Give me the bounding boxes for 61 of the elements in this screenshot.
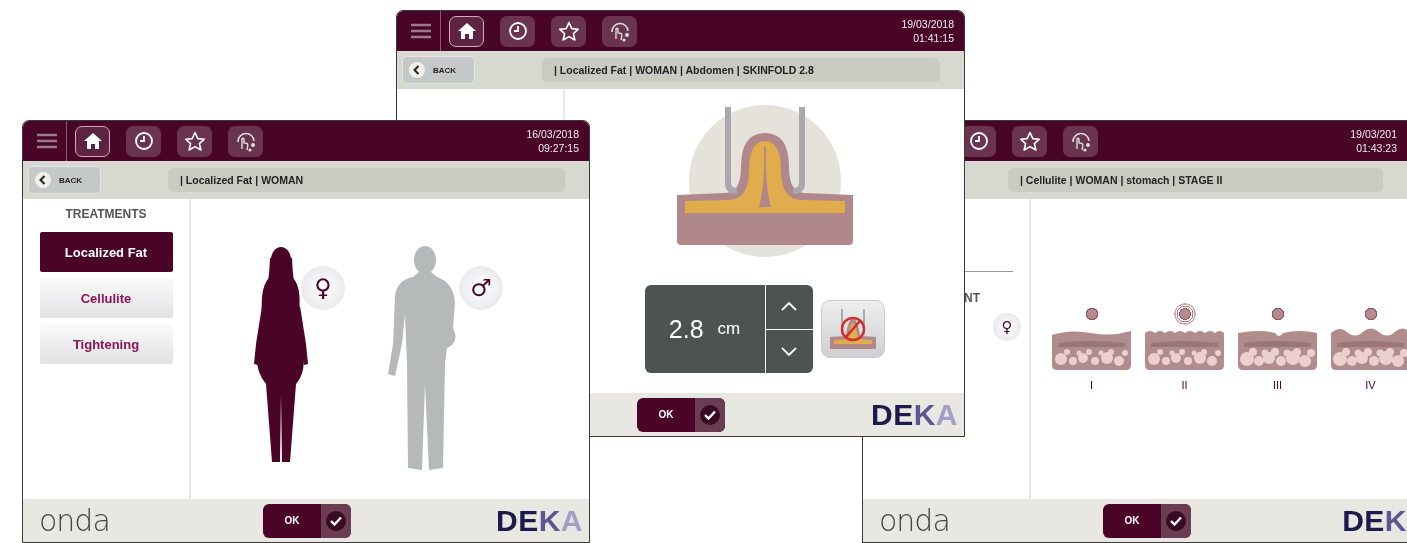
onda-logo: onda (878, 503, 950, 538)
headset-button[interactable] (1063, 125, 1098, 157)
clock-icon (133, 131, 154, 151)
chevron-down-icon (781, 346, 797, 356)
date-text: 16/03/2018 (526, 127, 579, 141)
breadcrumb-bar: | Cellulite | WOMAN | stomach | STAGE II (1008, 168, 1383, 192)
treatment-button[interactable]: Localized Fat (39, 232, 173, 272)
star-button[interactable] (1012, 125, 1047, 157)
star-button[interactable] (177, 125, 212, 157)
deka-logo: DEKA (870, 397, 959, 432)
skinfold-off-icon (827, 307, 878, 351)
star-icon (1018, 130, 1041, 152)
check-icon (1166, 510, 1186, 531)
woman-gender-badge[interactable]: ♀ (301, 266, 345, 310)
headset-button[interactable] (602, 15, 637, 47)
ok-button[interactable]: OK (263, 503, 351, 538)
clock-button[interactable] (126, 125, 161, 157)
breadcrumb-bar: | Localized Fat | WOMAN (168, 168, 565, 192)
clock-icon (968, 131, 989, 151)
deka-logo: DEK (1342, 503, 1407, 538)
clock-icon (507, 21, 528, 41)
treatment-button[interactable]: Tightening (39, 324, 173, 364)
treatment-button[interactable]: Cellulite (39, 278, 173, 318)
star-button[interactable] (551, 15, 586, 47)
menu-icon (35, 133, 58, 149)
ok-button[interactable]: OK (637, 397, 725, 432)
breadcrumb-bar: | Localized Fat | WOMAN | Abdomen | SKINFOLD 2.8 (542, 58, 940, 82)
back-button[interactable]: BACK (402, 56, 475, 84)
star-icon (557, 20, 580, 42)
menu-icon (409, 23, 432, 39)
stage-label: III (1272, 379, 1283, 391)
onda-logo: onda (38, 503, 110, 538)
date-text: 19/03/201 (1350, 127, 1397, 141)
home-button[interactable] (75, 125, 110, 157)
time-text: 09:27:15 (537, 141, 579, 155)
stage-label: I (1089, 379, 1094, 391)
check-icon (700, 404, 720, 425)
gender-badge: ♀ (993, 313, 1021, 341)
sidebar-title: NT (964, 291, 980, 305)
clock-button[interactable] (500, 15, 535, 47)
headset-button[interactable] (228, 125, 263, 157)
deka-logo: DEKA (495, 503, 584, 538)
star-icon (183, 130, 206, 152)
man-gender-badge[interactable]: ♂ (459, 266, 503, 310)
back-button[interactable]: BACK (28, 166, 101, 194)
time-text: 01:43:23 (1355, 141, 1397, 155)
skinfold-toggle-button[interactable] (820, 300, 885, 358)
home-icon (456, 22, 477, 40)
home-button[interactable] (449, 15, 484, 47)
stage-label: II (1181, 379, 1188, 391)
value-text: 2.8 (668, 314, 704, 344)
date-text: 19/03/2018 (901, 17, 954, 31)
stage-label: IV (1365, 379, 1376, 391)
home-icon (82, 132, 103, 150)
ok-button[interactable]: OK (1103, 503, 1191, 538)
stage-marker[interactable] (1173, 303, 1196, 325)
sidebar-title: TREATMENTS (65, 207, 147, 221)
chevron-up-icon (781, 302, 797, 312)
check-icon (326, 510, 346, 531)
unit-text: cm (717, 319, 741, 339)
time-text: 01:41:15 (912, 31, 954, 45)
